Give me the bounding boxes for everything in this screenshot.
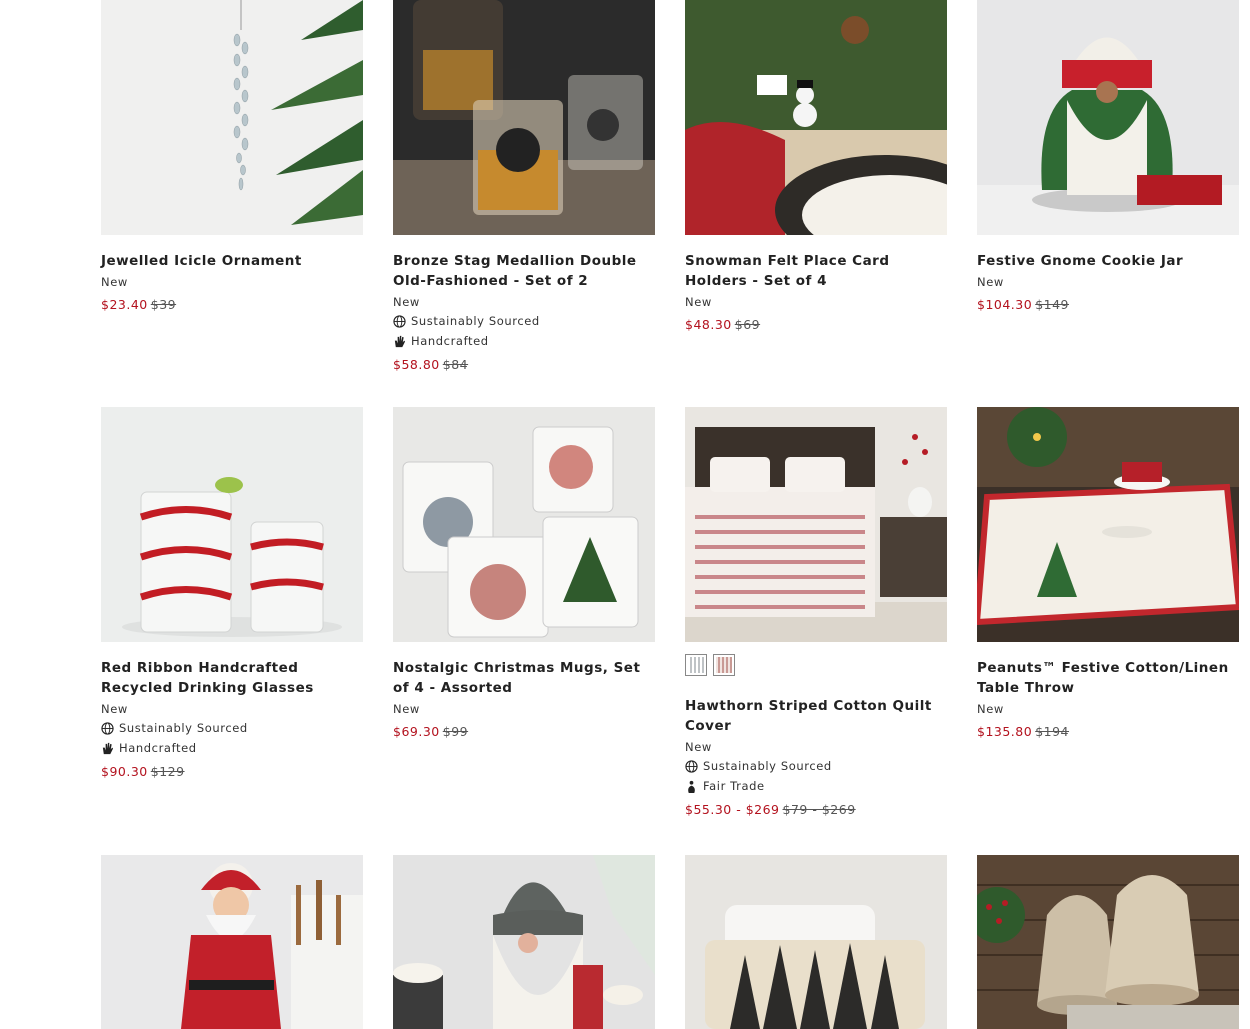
handcrafted-tag: Handcrafted (393, 331, 655, 351)
product-image-red-ribbon-glasses[interactable] (101, 407, 363, 642)
new-badge: New (393, 295, 420, 309)
product-card[interactable] (685, 855, 947, 1029)
price: $48.30 $69 (685, 315, 947, 335)
new-badge: New (393, 702, 420, 716)
sale-price: $48.30 (685, 317, 732, 332)
original-price: $194 (1035, 724, 1070, 739)
product-card[interactable]: Bronze Stag Medallion Double Old-Fashion… (393, 0, 655, 375)
product-image-gnome-cookie-jar[interactable] (977, 0, 1239, 235)
product-image-tree-pillow[interactable] (685, 855, 947, 1029)
attr-label: Fair Trade (703, 779, 765, 793)
globe-icon (685, 759, 698, 773)
new-badge: New (685, 295, 712, 309)
price: $55.30 - $269 $79 - $269 (685, 800, 947, 820)
sale-price: $135.80 (977, 724, 1033, 739)
sustainably-sourced-tag: Sustainably Sourced (393, 311, 655, 331)
color-swatches (685, 654, 947, 676)
product-image-peanuts-table-throw[interactable] (977, 407, 1239, 642)
product-image-bells[interactable] (977, 855, 1239, 1029)
product-image-christmas-mugs[interactable] (393, 407, 655, 642)
product-card[interactable]: Peanuts™ Festive Cotton/Linen Table Thro… (977, 407, 1239, 742)
sale-price: $55.30 - $269 (685, 802, 780, 817)
original-price: $99 (442, 724, 469, 739)
product-title[interactable]: Peanuts™ Festive Cotton/Linen Table Thro… (977, 658, 1239, 698)
product-title[interactable]: Jewelled Icicle Ornament (101, 251, 363, 271)
sustainably-sourced-tag: Sustainably Sourced (685, 756, 947, 776)
globe-icon (393, 314, 406, 328)
fair-trade-tag: Fair Trade (685, 776, 947, 796)
sale-price: $58.80 (393, 357, 440, 372)
hand-icon (394, 335, 406, 347)
hand-icon (102, 742, 114, 754)
sustainably-sourced-tag: Sustainably Sourced (101, 718, 363, 738)
price: $69.30 $99 (393, 722, 655, 742)
original-price: $149 (1035, 297, 1070, 312)
product-image-stag-glasses[interactable] (393, 0, 655, 235)
sale-price: $23.40 (101, 297, 148, 312)
price: $135.80 $194 (977, 722, 1239, 742)
product-title[interactable]: Snowman Felt Place Card Holders - Set of… (685, 251, 947, 291)
new-badge: New (977, 275, 1004, 289)
original-price: $69 (734, 317, 761, 332)
product-title[interactable]: Nostalgic Christmas Mugs, Set of 4 - Ass… (393, 658, 655, 698)
new-badge: New (685, 740, 712, 754)
product-image-gnome-set[interactable] (393, 855, 655, 1029)
product-image-striped-quilt-cover[interactable] (685, 407, 947, 642)
attr-label: Sustainably Sourced (411, 314, 540, 328)
new-badge: New (101, 275, 128, 289)
product-card[interactable]: Jewelled Icicle Ornament New $23.40 $39 (101, 0, 363, 315)
product-card[interactable]: Hawthorn Striped Cotton Quilt Cover New … (685, 407, 947, 820)
product-card[interactable]: Red Ribbon Handcrafted Recycled Drinking… (101, 407, 363, 782)
product-card[interactable]: Snowman Felt Place Card Holders - Set of… (685, 0, 947, 335)
fair-trade-icon (688, 780, 695, 793)
globe-icon (101, 721, 114, 735)
price: $23.40 $39 (101, 295, 363, 315)
new-badge: New (977, 702, 1004, 716)
sale-price: $69.30 (393, 724, 440, 739)
attr-label: Sustainably Sourced (703, 759, 832, 773)
swatch-grey-stripe[interactable] (685, 654, 707, 676)
sale-price: $104.30 (977, 297, 1033, 312)
product-title[interactable]: Hawthorn Striped Cotton Quilt Cover (685, 696, 947, 736)
product-title[interactable]: Festive Gnome Cookie Jar (977, 251, 1239, 271)
swatch-red-stripe[interactable] (713, 654, 735, 676)
product-title[interactable]: Bronze Stag Medallion Double Old-Fashion… (393, 251, 655, 291)
original-price: $129 (150, 764, 185, 779)
new-badge: New (101, 702, 128, 716)
product-card[interactable]: Festive Gnome Cookie Jar New $104.30 $149 (977, 0, 1239, 315)
price: $90.30 $129 (101, 762, 363, 782)
original-price: $39 (150, 297, 177, 312)
product-card[interactable]: Nostalgic Christmas Mugs, Set of 4 - Ass… (393, 407, 655, 742)
attr-label: Sustainably Sourced (119, 721, 248, 735)
sale-price: $90.30 (101, 764, 148, 779)
product-image-icicle-ornament[interactable] (101, 0, 363, 235)
product-card[interactable] (393, 855, 655, 1029)
product-card[interactable] (101, 855, 363, 1029)
product-card[interactable] (977, 855, 1239, 1029)
attr-label: Handcrafted (119, 741, 197, 755)
price: $58.80 $84 (393, 355, 655, 375)
original-price: $84 (442, 357, 469, 372)
handcrafted-tag: Handcrafted (101, 738, 363, 758)
attr-label: Handcrafted (411, 334, 489, 348)
product-title[interactable]: Red Ribbon Handcrafted Recycled Drinking… (101, 658, 363, 698)
price: $104.30 $149 (977, 295, 1239, 315)
product-image-snowman-place-card[interactable] (685, 0, 947, 235)
product-image-santa-figure[interactable] (101, 855, 363, 1029)
original-price: $79 - $269 (782, 802, 856, 817)
